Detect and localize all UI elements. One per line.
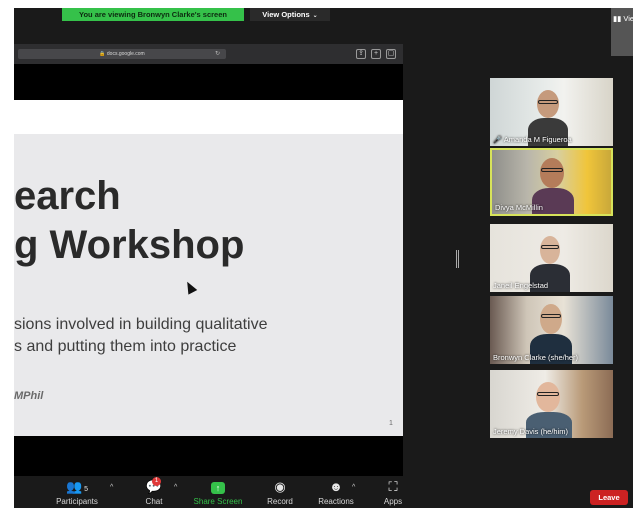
viewing-screen-banner: You are viewing Bronwyn Clarke's screen bbox=[62, 8, 244, 21]
reactions-label: Reactions bbox=[318, 497, 354, 506]
participant-name: 🎤 Amanda M Figueroa bbox=[493, 135, 572, 144]
chat-chevron-up-icon[interactable]: ^ bbox=[174, 484, 177, 491]
mouse-cursor-icon bbox=[182, 279, 198, 295]
participant-name-label: Jeremy Davis (he/him) bbox=[493, 427, 569, 436]
reactions-icon: ☻ bbox=[329, 479, 343, 494]
participant-tile[interactable]: 🎤 Amanda M Figueroa bbox=[490, 78, 613, 146]
glasses-icon bbox=[541, 168, 563, 172]
glasses-icon bbox=[541, 314, 561, 318]
participants-button[interactable]: 👥 5 Participants bbox=[52, 479, 102, 506]
person-head bbox=[537, 90, 559, 118]
record-button[interactable]: ◉ Record bbox=[264, 479, 296, 506]
share-page-icon[interactable]: ⇪ bbox=[356, 49, 366, 59]
glasses-icon bbox=[537, 392, 559, 396]
zoom-meeting-window: You are viewing Bronwyn Clarke's screen … bbox=[14, 8, 633, 508]
participant-name: Jeremy Davis (he/him) bbox=[493, 427, 568, 436]
slide-title-line2: g Workshop bbox=[14, 223, 245, 267]
reactions-button[interactable]: ☻ Reactions bbox=[316, 479, 356, 506]
participants-chevron-up-icon[interactable]: ^ bbox=[110, 484, 113, 491]
share-screen-button[interactable]: ↑ Share Screen bbox=[192, 479, 244, 506]
tabs-overview-icon[interactable]: ▢ bbox=[386, 49, 396, 59]
chat-label: Chat bbox=[145, 497, 163, 506]
chat-button[interactable]: 💬 1 Chat bbox=[142, 477, 166, 506]
shared-screen: 🔒 docs.google.com ↻ ⇪ + ▢ earch g Worksh… bbox=[14, 44, 403, 476]
view-button[interactable]: ▮▮ View bbox=[611, 8, 633, 56]
participant-name: Divya McMillin bbox=[495, 203, 543, 212]
participant-name-label: Amanda M Figueroa bbox=[503, 135, 572, 144]
share-screen-label: Share Screen bbox=[193, 497, 243, 506]
participant-tile-active-speaker[interactable]: Divya McMillin bbox=[490, 148, 613, 216]
participant-name: Bronwyn Clarke (she/her) bbox=[493, 353, 578, 362]
slide-title-line1: earch bbox=[14, 174, 121, 218]
participant-tile[interactable]: Bronwyn Clarke (she/her) bbox=[490, 296, 613, 364]
participant-name: Janeil Engelstad bbox=[493, 281, 548, 290]
record-label: Record bbox=[267, 497, 293, 506]
participant-name-label: Janeil Engelstad bbox=[493, 281, 549, 290]
presentation-slide: earch g Workshop sions involved in build… bbox=[14, 100, 403, 436]
participant-tile[interactable]: Jeremy Davis (he/him) bbox=[490, 370, 613, 438]
reload-icon[interactable]: ↻ bbox=[215, 49, 220, 59]
participant-name-label: Divya McMillin bbox=[495, 203, 543, 212]
chat-icon: 💬 1 bbox=[145, 477, 163, 494]
person-head bbox=[540, 158, 564, 188]
person-head bbox=[540, 304, 562, 334]
apps-icon: ⛶ bbox=[388, 479, 398, 494]
slide-author: MPhil bbox=[14, 390, 44, 402]
chevron-down-icon: ⌄ bbox=[312, 13, 318, 19]
panel-resize-handle[interactable] bbox=[456, 250, 459, 268]
url-text: docs.google.com bbox=[106, 51, 145, 57]
browser-toolbar: 🔒 docs.google.com ↻ ⇪ + ▢ bbox=[14, 44, 403, 64]
view-options-button[interactable]: View Options ⌄ bbox=[250, 8, 330, 21]
record-icon: ◉ bbox=[274, 479, 286, 494]
view-label: View bbox=[623, 14, 633, 23]
glasses-icon bbox=[541, 245, 559, 249]
participant-tile[interactable]: Janeil Engelstad bbox=[490, 224, 613, 292]
person-head bbox=[540, 236, 560, 264]
slide-area: earch g Workshop sions involved in build… bbox=[14, 64, 403, 476]
grid-icon: ▮▮ bbox=[613, 14, 622, 23]
apps-label: Apps bbox=[383, 497, 403, 506]
reactions-chevron-up-icon[interactable]: ^ bbox=[352, 484, 355, 491]
lock-icon: 🔒 bbox=[99, 51, 106, 57]
person-head bbox=[536, 382, 560, 412]
apps-button[interactable]: ⛶ Apps bbox=[380, 479, 406, 506]
glasses-icon bbox=[538, 100, 558, 104]
slide-subtitle-line1: sions involved in building qualitative bbox=[14, 316, 268, 333]
new-tab-icon[interactable]: + bbox=[371, 49, 381, 59]
participants-label: Participants bbox=[56, 497, 98, 506]
meeting-toolbar: 👥 5 Participants ^ 💬 1 Chat ^ ↑ Share Scre… bbox=[14, 476, 633, 508]
participant-name-label: Bronwyn Clarke (she/her) bbox=[493, 353, 579, 362]
share-screen-icon: ↑ bbox=[192, 479, 244, 495]
participants-count: 5 bbox=[84, 486, 89, 493]
url-bar[interactable]: 🔒 docs.google.com ↻ bbox=[18, 49, 226, 59]
view-options-label: View Options bbox=[262, 10, 310, 19]
mic-muted-icon: 🎤 bbox=[493, 137, 502, 144]
slide-subtitle-line2: s and putting them into practice bbox=[14, 338, 237, 355]
slide-header-band bbox=[14, 100, 403, 134]
participants-icon: 👥 5 bbox=[65, 479, 89, 494]
leave-button[interactable]: Leave bbox=[590, 490, 628, 505]
slide-page-number: 1 bbox=[389, 420, 393, 427]
chat-badge: 1 bbox=[152, 477, 161, 486]
